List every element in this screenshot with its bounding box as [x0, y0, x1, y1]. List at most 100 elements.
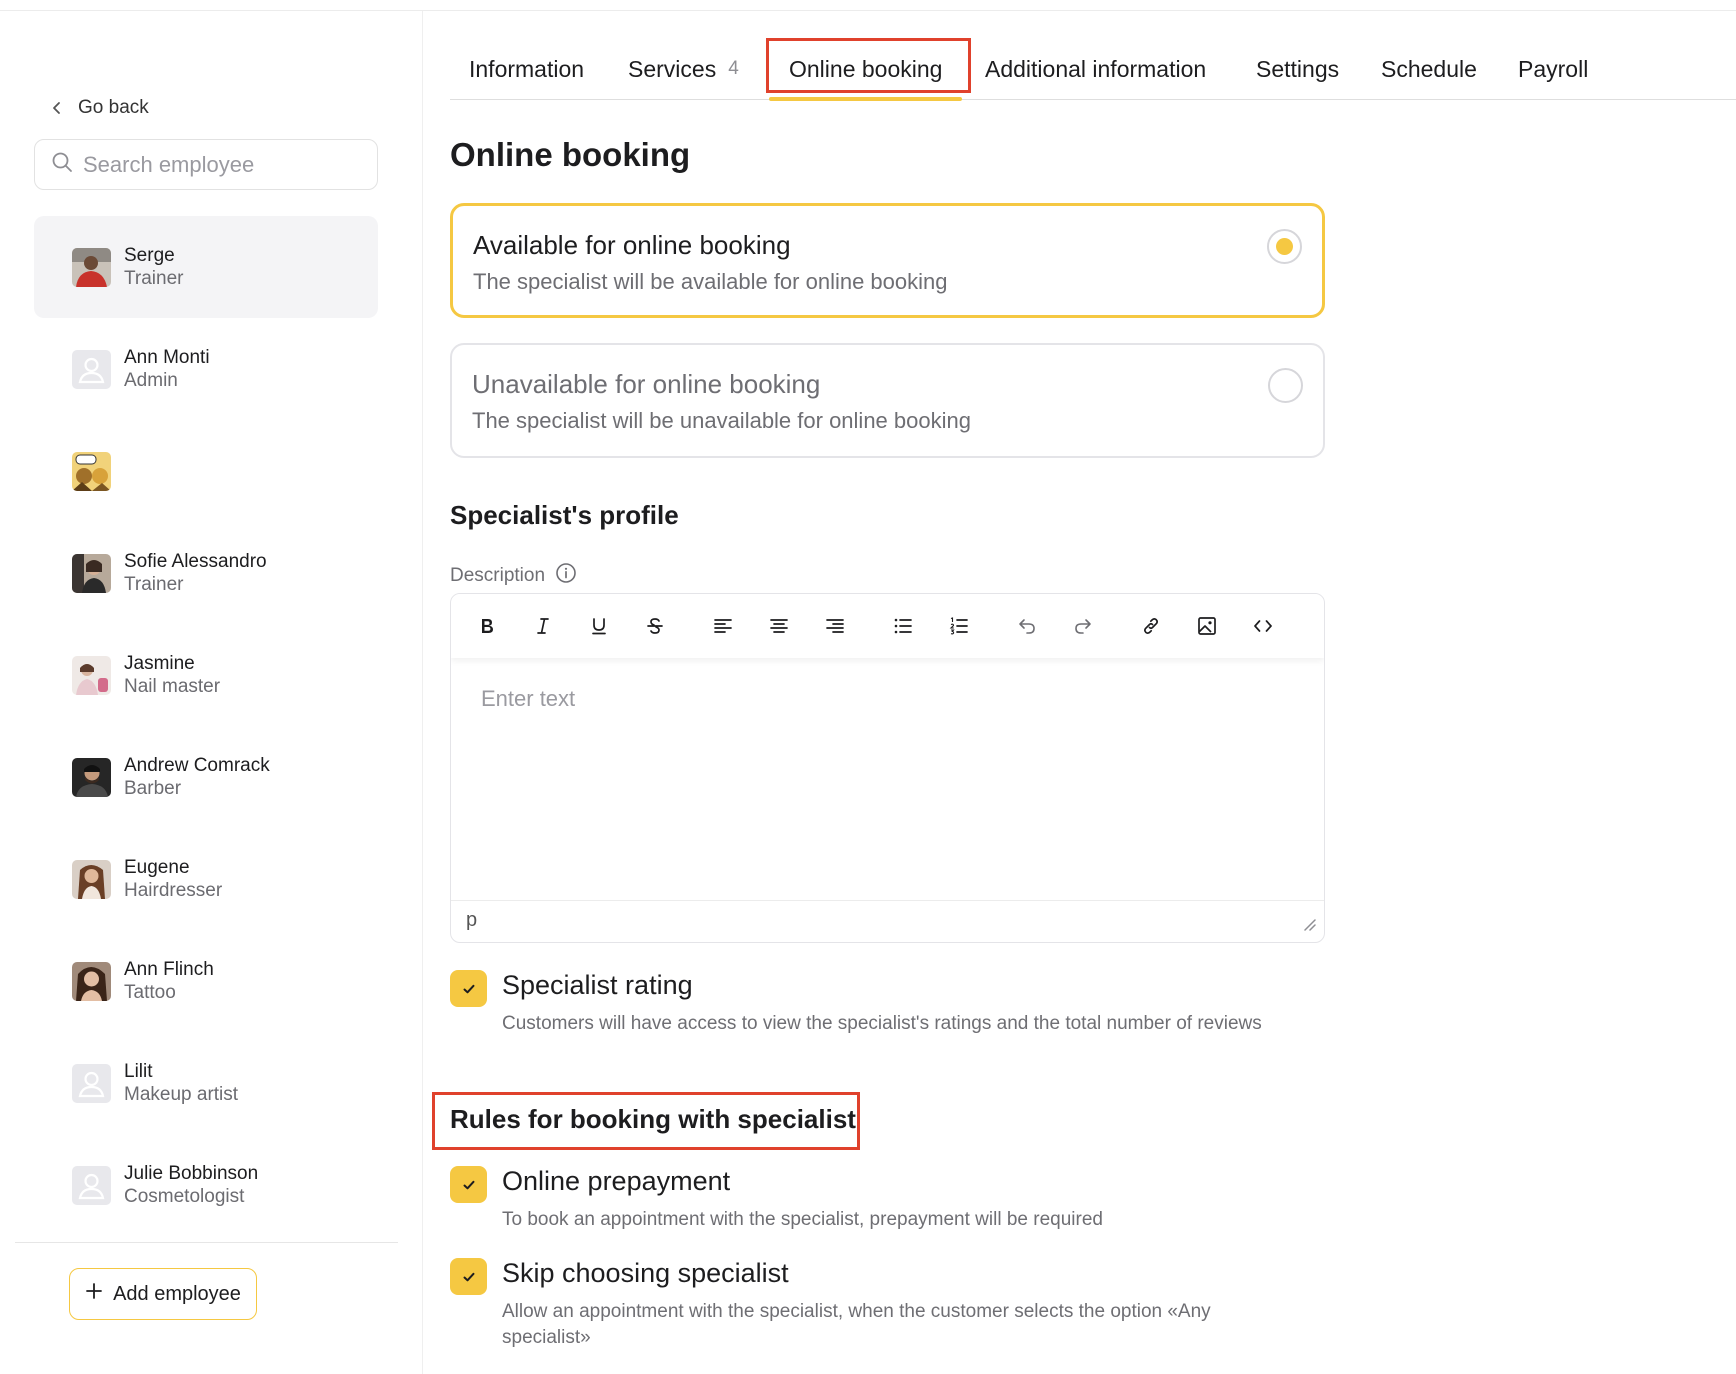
- tab-label: Schedule: [1381, 55, 1477, 82]
- code-icon[interactable]: [1249, 612, 1277, 640]
- employee-name: Ann Monti: [124, 347, 210, 368]
- employee-role: Admin: [124, 370, 178, 391]
- plus-icon: [85, 1282, 103, 1306]
- go-back-label: Go back: [78, 97, 149, 118]
- add-employee-button[interactable]: Add employee: [69, 1268, 257, 1320]
- employee-item-serge[interactable]: Serge Trainer: [34, 216, 378, 318]
- employee-sidebar: Go back Serge Trainer Ann Monti Admin: [0, 11, 423, 1374]
- skip-choosing-specialist-row: Skip choosing specialist Allow an appoin…: [450, 1258, 1310, 1358]
- image-icon[interactable]: [1193, 612, 1221, 640]
- employee-role: Trainer: [124, 574, 184, 595]
- employee-name: Julie Bobbinson: [124, 1163, 259, 1184]
- specialist-rating-description: Customers will have access to view the s…: [502, 1013, 1262, 1034]
- employee-item-jasmine[interactable]: Jasmine Nail master: [34, 624, 378, 726]
- avatar: [72, 451, 111, 491]
- option-description: The specialist will be available for onl…: [473, 269, 948, 294]
- employee-role: Tattoo: [124, 982, 176, 1003]
- tab-label: Settings: [1256, 55, 1340, 82]
- skip-choosing-specialist-title: Skip choosing specialist: [502, 1258, 789, 1288]
- avatar: [72, 859, 111, 899]
- sidebar-divider: [15, 1242, 398, 1243]
- employee-item-lilit[interactable]: Lilit Makeup artist: [34, 1032, 378, 1134]
- specialist-rating-row: Specialist rating Customers will have ac…: [450, 970, 1310, 1065]
- employee-item-unnamed[interactable]: [34, 420, 378, 522]
- editor-status-bar: p: [451, 900, 1324, 942]
- tab-schedule[interactable]: Schedule: [1381, 38, 1477, 100]
- strikethrough-icon[interactable]: [641, 612, 669, 640]
- employee-role: Nail master: [124, 676, 221, 697]
- employee-item-sofie-alessandro[interactable]: Sofie Alessandro Trainer: [34, 522, 378, 624]
- search-box[interactable]: [34, 139, 378, 190]
- employee-list: Serge Trainer Ann Monti Admin Sofie Ales…: [34, 216, 378, 1236]
- chevron-left-icon: [52, 101, 62, 115]
- available-booking-option[interactable]: Available for online booking The special…: [450, 203, 1325, 318]
- tab-additional-information[interactable]: Additional information: [985, 38, 1206, 100]
- description-label-text: Description: [450, 565, 546, 586]
- radio-unselected[interactable]: [1268, 368, 1303, 403]
- editor-content[interactable]: [481, 686, 1281, 872]
- employee-item-eugene[interactable]: Eugene Hairdresser: [34, 828, 378, 930]
- skip-choosing-specialist-checkbox[interactable]: [450, 1258, 487, 1295]
- search-employee-input[interactable]: [83, 151, 363, 178]
- employee-role: Hairdresser: [124, 880, 223, 901]
- align-center-icon[interactable]: [765, 612, 793, 640]
- radio-selected[interactable]: [1267, 229, 1302, 264]
- redo-icon[interactable]: [1069, 612, 1097, 640]
- tab-services[interactable]: Services 4: [628, 38, 739, 100]
- search-icon: [51, 151, 73, 178]
- go-back-link[interactable]: Go back: [52, 97, 149, 119]
- option-title: Available for online booking: [473, 230, 791, 260]
- avatar-placeholder-icon: [72, 1063, 111, 1103]
- editor-toolbar: [451, 594, 1324, 658]
- option-title: Unavailable for online booking: [472, 369, 821, 399]
- tab-settings[interactable]: Settings: [1256, 38, 1339, 100]
- avatar-placeholder-icon: [72, 1165, 111, 1205]
- specialist-profile-heading: Specialist's profile: [450, 500, 679, 530]
- add-employee-label: Add employee: [113, 1282, 241, 1305]
- check-icon: [463, 1272, 474, 1281]
- description-label: Description: [450, 562, 577, 590]
- employee-item-ann-monti[interactable]: Ann Monti Admin: [34, 318, 378, 420]
- align-right-icon[interactable]: [821, 612, 849, 640]
- online-prepayment-title: Online prepayment: [502, 1166, 731, 1196]
- bullet-list-icon[interactable]: [889, 612, 917, 640]
- employee-item-julie-bobbinson[interactable]: Julie Bobbinson Cosmetologist: [34, 1134, 378, 1236]
- description-textarea[interactable]: [481, 686, 1281, 866]
- online-prepayment-checkbox[interactable]: [450, 1166, 487, 1203]
- avatar: [72, 553, 111, 593]
- align-left-icon[interactable]: [709, 612, 737, 640]
- specialist-rating-title: Specialist rating: [502, 970, 693, 1000]
- services-count-badge: 4: [728, 58, 739, 79]
- tab-online-booking[interactable]: Online booking: [768, 38, 963, 101]
- numbered-list-icon[interactable]: [945, 612, 973, 640]
- tab-information[interactable]: Information: [469, 38, 584, 100]
- info-icon[interactable]: [555, 562, 577, 590]
- employee-name: Eugene: [124, 857, 190, 878]
- employee-name: Ann Flinch: [124, 959, 214, 980]
- tab-label: Payroll: [1518, 55, 1589, 82]
- page-title: Online booking: [450, 136, 691, 173]
- undo-icon[interactable]: [1013, 612, 1041, 640]
- option-description: The specialist will be unavailable for o…: [472, 408, 971, 433]
- italic-icon[interactable]: [529, 612, 557, 640]
- employee-item-ann-flinch[interactable]: Ann Flinch Tattoo: [34, 930, 378, 1032]
- resize-handle-icon[interactable]: [1302, 917, 1316, 936]
- link-icon[interactable]: [1137, 612, 1165, 640]
- employee-name: Jasmine: [124, 653, 195, 674]
- avatar: [72, 247, 111, 287]
- tab-label: Services: [628, 55, 717, 82]
- unavailable-booking-option[interactable]: Unavailable for online booking The speci…: [450, 343, 1325, 458]
- employee-name: Serge: [124, 245, 175, 266]
- underline-icon[interactable]: [585, 612, 613, 640]
- avatar: [72, 757, 111, 797]
- tab-payroll[interactable]: Payroll: [1518, 38, 1588, 100]
- employee-name: Lilit: [124, 1061, 153, 1082]
- rules-heading: Rules for booking with specialist: [450, 1104, 856, 1134]
- tab-label: Online booking: [789, 55, 943, 82]
- employee-item-andrew-comrack[interactable]: Andrew Comrack Barber: [34, 726, 378, 828]
- avatar-placeholder-icon: [72, 349, 111, 389]
- employee-tabs: Information Services 4 Online booking Add…: [450, 38, 1736, 101]
- employee-name: Andrew Comrack: [124, 755, 270, 776]
- bold-icon[interactable]: [473, 612, 501, 640]
- specialist-rating-checkbox[interactable]: [450, 970, 487, 1007]
